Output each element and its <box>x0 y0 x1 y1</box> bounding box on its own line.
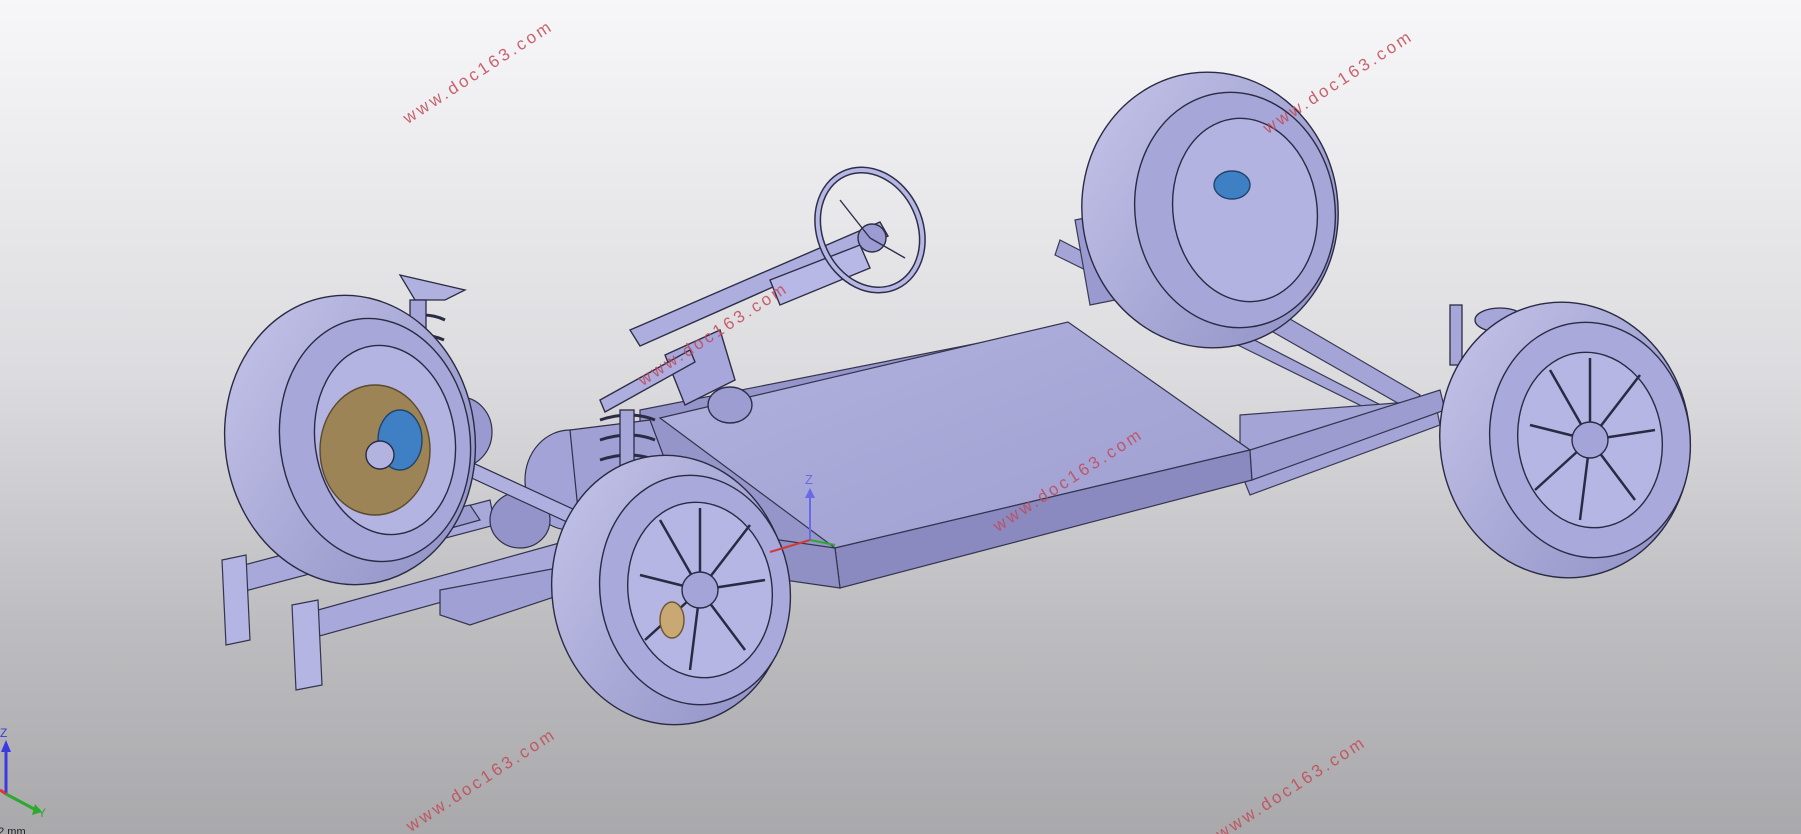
svg-text:Z: Z <box>805 472 813 487</box>
wheel-rear-right <box>1439 301 1692 579</box>
cad-viewport[interactable]: Z www.doc163.com www.doc163.com www.doc1… <box>0 0 1801 834</box>
scale-readout: 22 mm <box>0 826 26 834</box>
triad-y-label: Y <box>38 806 47 820</box>
triad-icon[interactable]: Z Y <box>0 726 60 834</box>
wheel-front-left <box>223 294 477 586</box>
triad-z-label: Z <box>0 726 8 740</box>
chassis-model[interactable]: Z <box>0 0 1801 834</box>
